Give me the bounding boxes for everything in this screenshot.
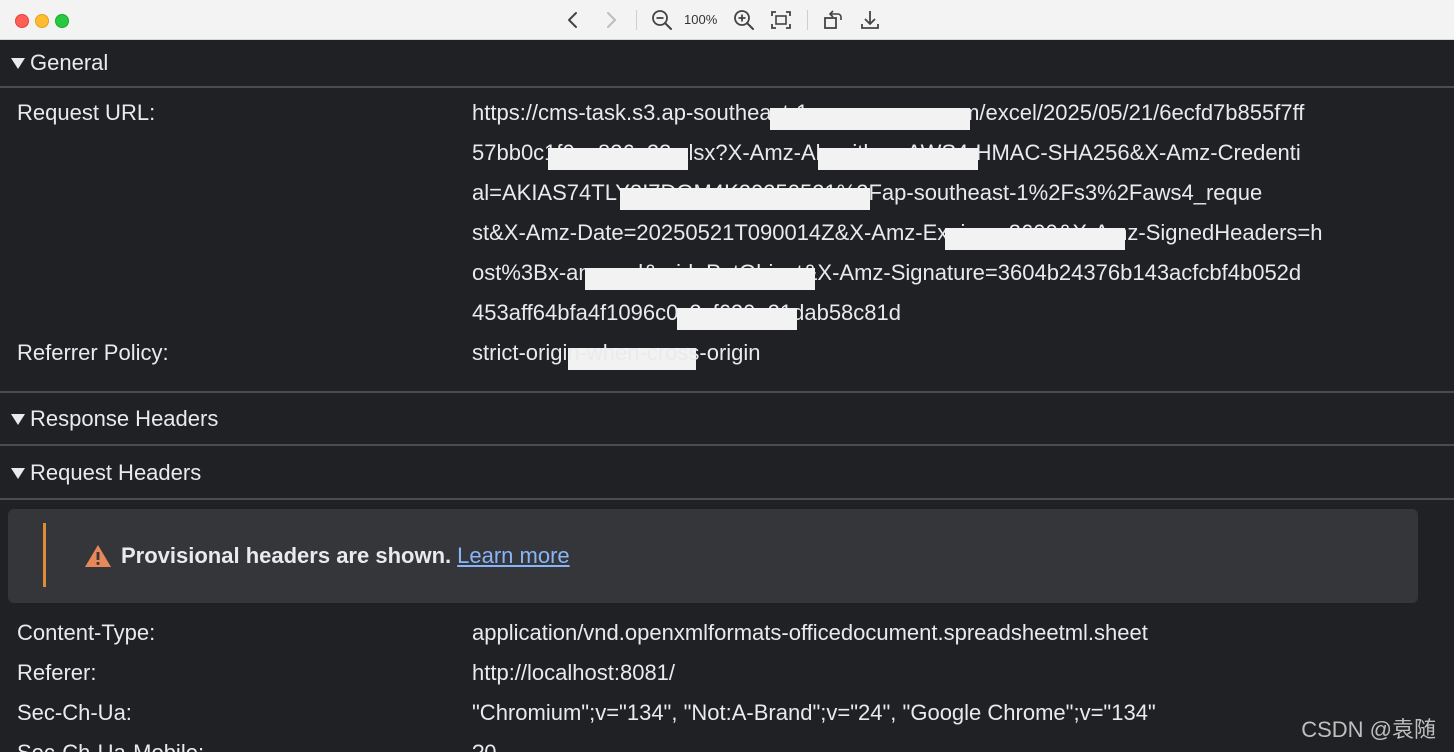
header-row-value[interactable]: application/vnd.openxmlformats-officedoc… xyxy=(472,620,1148,646)
section-divider xyxy=(0,498,1454,500)
section-divider xyxy=(0,86,1454,88)
triangle-down-icon xyxy=(11,57,25,69)
redaction-mask xyxy=(585,268,815,290)
watermark: CSDN @袁随 xyxy=(1301,717,1436,742)
warning-message: Provisional headers are shown. Learn more xyxy=(121,543,570,569)
fit-screen-button[interactable] xyxy=(769,8,793,32)
redaction-mask xyxy=(677,308,797,330)
headers-panel: General Request URL: https://cms-task.s3… xyxy=(0,40,1454,752)
referrer-policy-label: Referrer Policy: xyxy=(17,340,169,365)
section-request-headers-title: Request Headers xyxy=(30,460,202,485)
triangle-down-icon xyxy=(11,467,25,479)
devtools-window: 100% General Request URL: https://cms-ta… xyxy=(0,0,1454,752)
back-button[interactable] xyxy=(561,8,585,32)
header-row-label: Sec-Ch-Ua-Mobile: xyxy=(17,740,204,752)
window-titlebar: 100% xyxy=(0,0,1454,40)
section-response-headers-title: Response Headers xyxy=(30,406,219,431)
warning-accent-bar xyxy=(43,523,46,587)
provisional-headers-warning: Provisional headers are shown. Learn more xyxy=(8,509,1418,603)
chevron-left-icon xyxy=(568,12,577,28)
rotate-icon xyxy=(824,10,842,29)
zoom-in-icon xyxy=(734,10,754,30)
warning-text: Provisional headers are shown. xyxy=(121,543,452,568)
zoom-out-icon xyxy=(652,10,672,30)
header-row-label: Content-Type: xyxy=(17,620,156,645)
toolbar-separator xyxy=(807,10,808,30)
request-url-line[interactable]: st&X-Amz-Date=20250521T090014Z&X-Amz-Exp… xyxy=(472,220,1323,246)
redaction-mask xyxy=(945,228,1125,250)
header-row-value[interactable]: ?0 xyxy=(472,740,496,752)
redaction-mask xyxy=(770,108,970,130)
rotate-button[interactable] xyxy=(821,8,845,32)
referrer-policy-value[interactable]: strict-origin-when-cross-origin xyxy=(472,340,761,366)
chevron-right-icon xyxy=(607,12,616,28)
learn-more-link[interactable]: Learn more xyxy=(457,543,570,568)
warning-icon xyxy=(85,545,111,567)
redaction-mask xyxy=(818,148,978,170)
forward-button[interactable] xyxy=(599,8,623,32)
section-general-toggle[interactable]: General xyxy=(0,40,1454,86)
zoom-level: 100% xyxy=(684,12,718,27)
section-divider xyxy=(0,391,1454,393)
header-row-value[interactable]: "Chromium";v="134", "Not:A-Brand";v="24"… xyxy=(472,700,1156,726)
redaction-mask xyxy=(548,148,688,170)
minimize-window-button[interactable] xyxy=(35,14,49,28)
header-row-label: Sec-Ch-Ua: xyxy=(17,700,132,725)
header-row-value[interactable]: http://localhost:8081/ xyxy=(472,660,675,686)
request-url-label: Request URL: xyxy=(17,100,156,125)
close-window-button[interactable] xyxy=(15,14,29,28)
section-divider xyxy=(0,444,1454,446)
download-icon xyxy=(861,11,879,29)
fit-screen-icon xyxy=(771,11,791,29)
download-button[interactable] xyxy=(858,8,882,32)
zoom-in-button[interactable] xyxy=(732,8,756,32)
section-general-title: General xyxy=(30,50,109,75)
section-response-headers-toggle[interactable]: Response Headers xyxy=(0,396,1454,442)
header-row-label: Referer: xyxy=(17,660,97,685)
triangle-down-icon xyxy=(11,413,25,425)
toolbar-separator xyxy=(636,10,637,30)
zoom-window-button[interactable] xyxy=(55,14,69,28)
zoom-out-button[interactable] xyxy=(650,8,674,32)
redaction-mask xyxy=(620,188,870,210)
section-request-headers-toggle[interactable]: Request Headers xyxy=(0,450,1454,496)
